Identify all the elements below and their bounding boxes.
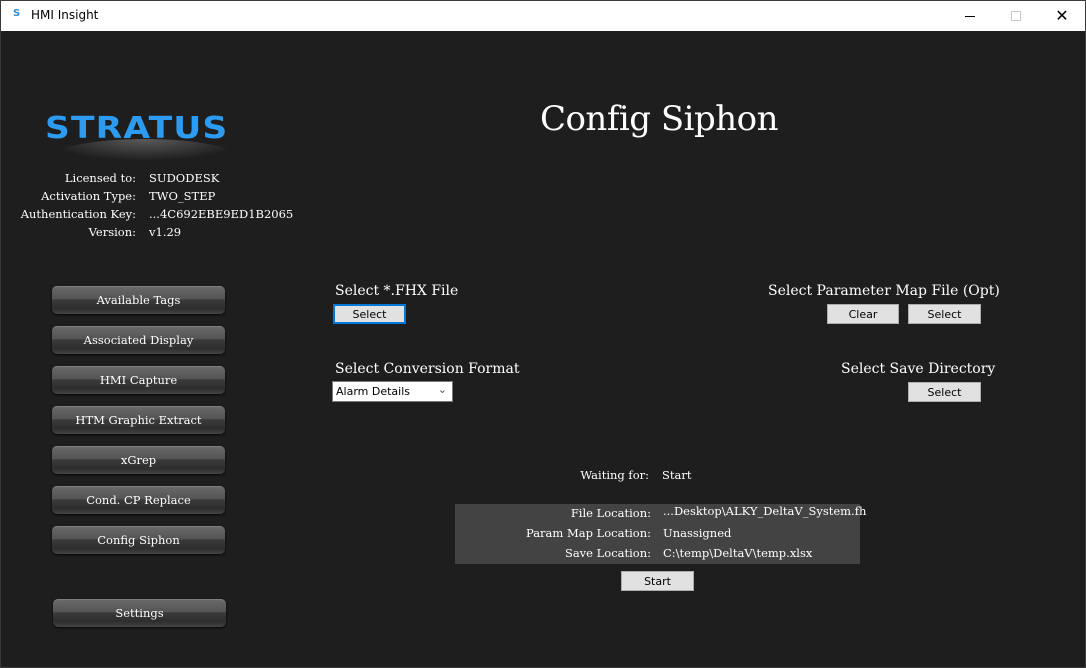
locations-panel: File Location: ...Desktop\ALKY_DeltaV_Sy… xyxy=(455,504,866,564)
minimize-icon xyxy=(965,15,975,17)
save-location-value: C:\temp\DeltaV\temp.xlsx xyxy=(663,546,813,560)
save-location-label: Save Location: xyxy=(564,546,651,560)
window-title: HMI Insight xyxy=(31,8,99,22)
nav-htm-graphic-extract[interactable]: HTM Graphic Extract xyxy=(52,406,225,434)
license-row-auth-key: Authentication Key: ...4C692EBE9ED1B2065 xyxy=(11,207,311,225)
nav-associated-display[interactable]: Associated Display xyxy=(52,326,225,354)
start-button[interactable]: Start xyxy=(621,571,694,591)
close-icon: ✕ xyxy=(1055,6,1069,25)
auth-key-value: ...4C692EBE9ED1B2065 xyxy=(149,207,294,221)
param-map-clear-button[interactable]: Clear xyxy=(827,304,899,324)
stratus-logo: STRATUS xyxy=(45,111,245,161)
status-value: Start xyxy=(662,468,692,482)
param-map-select-button[interactable]: Select xyxy=(908,304,981,324)
version-value: v1.29 xyxy=(149,225,182,239)
logo-text: STRATUS xyxy=(45,111,229,146)
nav-settings[interactable]: Settings xyxy=(53,599,226,627)
licensed-to-value: SUDODESK xyxy=(149,171,220,185)
license-row-version: Version: v1.29 xyxy=(11,225,311,243)
activation-type-label: Activation Type: xyxy=(41,189,136,203)
save-directory-select-button[interactable]: Select xyxy=(908,382,981,402)
save-directory-label: Select Save Directory xyxy=(841,361,996,377)
nav-cond-cp-replace[interactable]: Cond. CP Replace xyxy=(52,486,225,514)
app-window: S HMI Insight ✕ STRATUS Licensed to: SUD… xyxy=(0,0,1086,668)
file-location-label: File Location: xyxy=(570,506,651,520)
param-map-label: Select Parameter Map File (Opt) xyxy=(768,283,1000,299)
maximize-icon xyxy=(1011,11,1021,21)
conversion-format-label: Select Conversion Format xyxy=(335,361,520,377)
minimize-button[interactable] xyxy=(947,1,993,31)
nav-available-tags[interactable]: Available Tags xyxy=(52,286,225,314)
status-label: Waiting for: xyxy=(580,468,649,482)
app-icon: S xyxy=(13,8,21,19)
maximize-button[interactable] xyxy=(993,1,1039,31)
fhx-file-label: Select *.FHX File xyxy=(335,283,459,299)
auth-key-label: Authentication Key: xyxy=(20,207,136,221)
license-info: Licensed to: SUDODESK Activation Type: T… xyxy=(11,171,311,243)
fhx-select-button[interactable]: Select xyxy=(333,304,406,324)
conversion-format-value: Alarm Details xyxy=(336,385,410,398)
conversion-format-select[interactable]: Alarm Details ⌄ xyxy=(332,381,453,402)
page-title: Config Siphon xyxy=(539,99,779,139)
close-button[interactable]: ✕ xyxy=(1039,1,1085,31)
title-bar: S HMI Insight ✕ xyxy=(1,1,1085,31)
nav-hmi-capture[interactable]: HMI Capture xyxy=(52,366,225,394)
licensed-to-label: Licensed to: xyxy=(64,171,136,185)
nav-xgrep[interactable]: xGrep xyxy=(52,446,225,474)
param-map-location-label: Param Map Location: xyxy=(525,526,651,540)
license-row-licensed-to: Licensed to: SUDODESK xyxy=(11,171,311,189)
version-label: Version: xyxy=(88,225,136,239)
activation-type-value: TWO_STEP xyxy=(149,189,216,203)
file-location-value: ...Desktop\ALKY_DeltaV_System.fh xyxy=(663,504,867,518)
license-row-activation-type: Activation Type: TWO_STEP xyxy=(11,189,311,207)
nav-config-siphon[interactable]: Config Siphon xyxy=(52,526,225,554)
param-map-location-value: Unassigned xyxy=(663,526,732,540)
chevron-down-icon: ⌄ xyxy=(437,383,447,396)
